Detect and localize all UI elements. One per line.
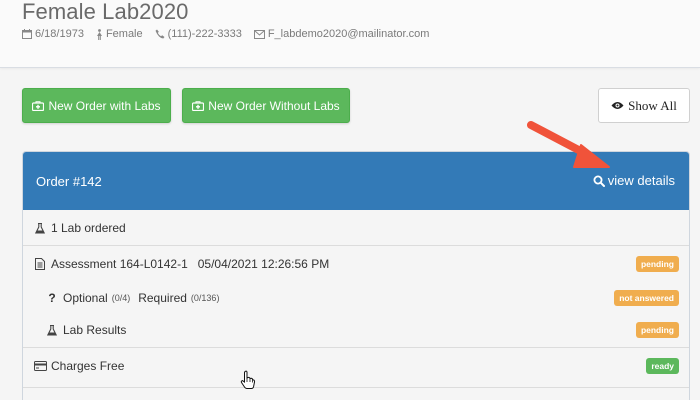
questionnaire-line: ? Optional (0/4) Required (0/136) not an… xyxy=(23,286,689,310)
new-order-with-labs-label: New Order with Labs xyxy=(48,98,161,113)
email-text[interactable]: F_labdemo2020@mailinator.com xyxy=(268,28,430,40)
charges-label: Charges Free xyxy=(51,359,125,373)
charges-row: Charges Free ready xyxy=(23,348,689,388)
envelope-icon xyxy=(253,29,265,39)
lab-results-line: Lab Results pending xyxy=(23,318,689,342)
credit-card-icon xyxy=(33,361,47,371)
female-icon xyxy=(96,28,102,40)
assessment-row: Assessment 164-L0142-1 05/04/2021 12:26:… xyxy=(23,246,689,348)
search-icon xyxy=(593,175,605,187)
phone-item: (111)-222-3333 xyxy=(155,28,242,40)
optional-count: (0/4) xyxy=(111,293,131,303)
email-item[interactable]: F_labdemo2020@mailinator.com xyxy=(253,28,430,40)
show-all-button[interactable]: Show All xyxy=(598,88,690,123)
calendar-icon xyxy=(22,29,32,39)
order-panel-header: Order #142 view details xyxy=(23,152,689,210)
assessment-status-badge: pending xyxy=(635,256,679,272)
labs-ordered-row: 1 Lab ordered xyxy=(23,210,689,246)
charges-line: Charges Free ready xyxy=(23,354,689,378)
new-order-without-labs-button[interactable]: New Order Without Labs xyxy=(182,88,350,123)
questionnaire-status-badge: not answered xyxy=(614,290,679,306)
assessment-line: Assessment 164-L0142-1 05/04/2021 12:26:… xyxy=(23,252,689,276)
new-order-without-labs-label: New Order Without Labs xyxy=(208,98,340,113)
patient-header: Female Lab2020 6/18/1973 Female (111)-22… xyxy=(0,0,700,68)
required-label: Required xyxy=(138,291,187,305)
assessment-datetime: 05/04/2021 12:26:56 PM xyxy=(197,257,330,271)
labs-ordered-text: 1 Lab ordered xyxy=(51,221,126,235)
gender-text: Female xyxy=(105,28,143,40)
hand-cursor-icon xyxy=(240,370,256,389)
view-details-label[interactable]: view details xyxy=(608,173,675,188)
order-panel: Order #142 view details 1 Lab ordered As… xyxy=(22,151,690,400)
question-icon: ? xyxy=(48,291,56,305)
medkit-icon xyxy=(192,100,205,111)
assessment-name: Assessment 164-L0142-1 xyxy=(51,257,188,271)
charges-status-badge: ready xyxy=(646,358,679,374)
required-count: (0/136) xyxy=(190,293,220,303)
dob-item: 6/18/1973 xyxy=(22,28,84,40)
flask-icon xyxy=(45,324,59,336)
new-order-with-labs-button[interactable]: New Order with Labs xyxy=(22,88,171,123)
labs-ordered-line: 1 Lab ordered xyxy=(23,216,689,240)
show-all-label: Show All xyxy=(628,97,677,113)
eye-icon xyxy=(611,102,624,109)
flask-icon xyxy=(33,222,47,234)
view-details-link[interactable]: view details xyxy=(593,173,675,188)
document-icon xyxy=(33,258,47,270)
phone-icon xyxy=(155,29,165,39)
order-title: Order #142 xyxy=(36,174,102,189)
optional-label: Optional xyxy=(63,291,108,305)
medkit-icon xyxy=(32,100,45,111)
gender-item: Female xyxy=(96,28,143,40)
patient-meta: 6/18/1973 Female (111)-222-3333 F_labdem… xyxy=(22,28,441,40)
lab-results-status-badge: pending xyxy=(635,322,679,338)
lab-results-label: Lab Results xyxy=(63,323,127,337)
dob-text: 6/18/1973 xyxy=(35,28,84,40)
phone-text: (111)-222-3333 xyxy=(167,28,242,40)
patient-name: Female Lab2020 xyxy=(22,0,189,24)
